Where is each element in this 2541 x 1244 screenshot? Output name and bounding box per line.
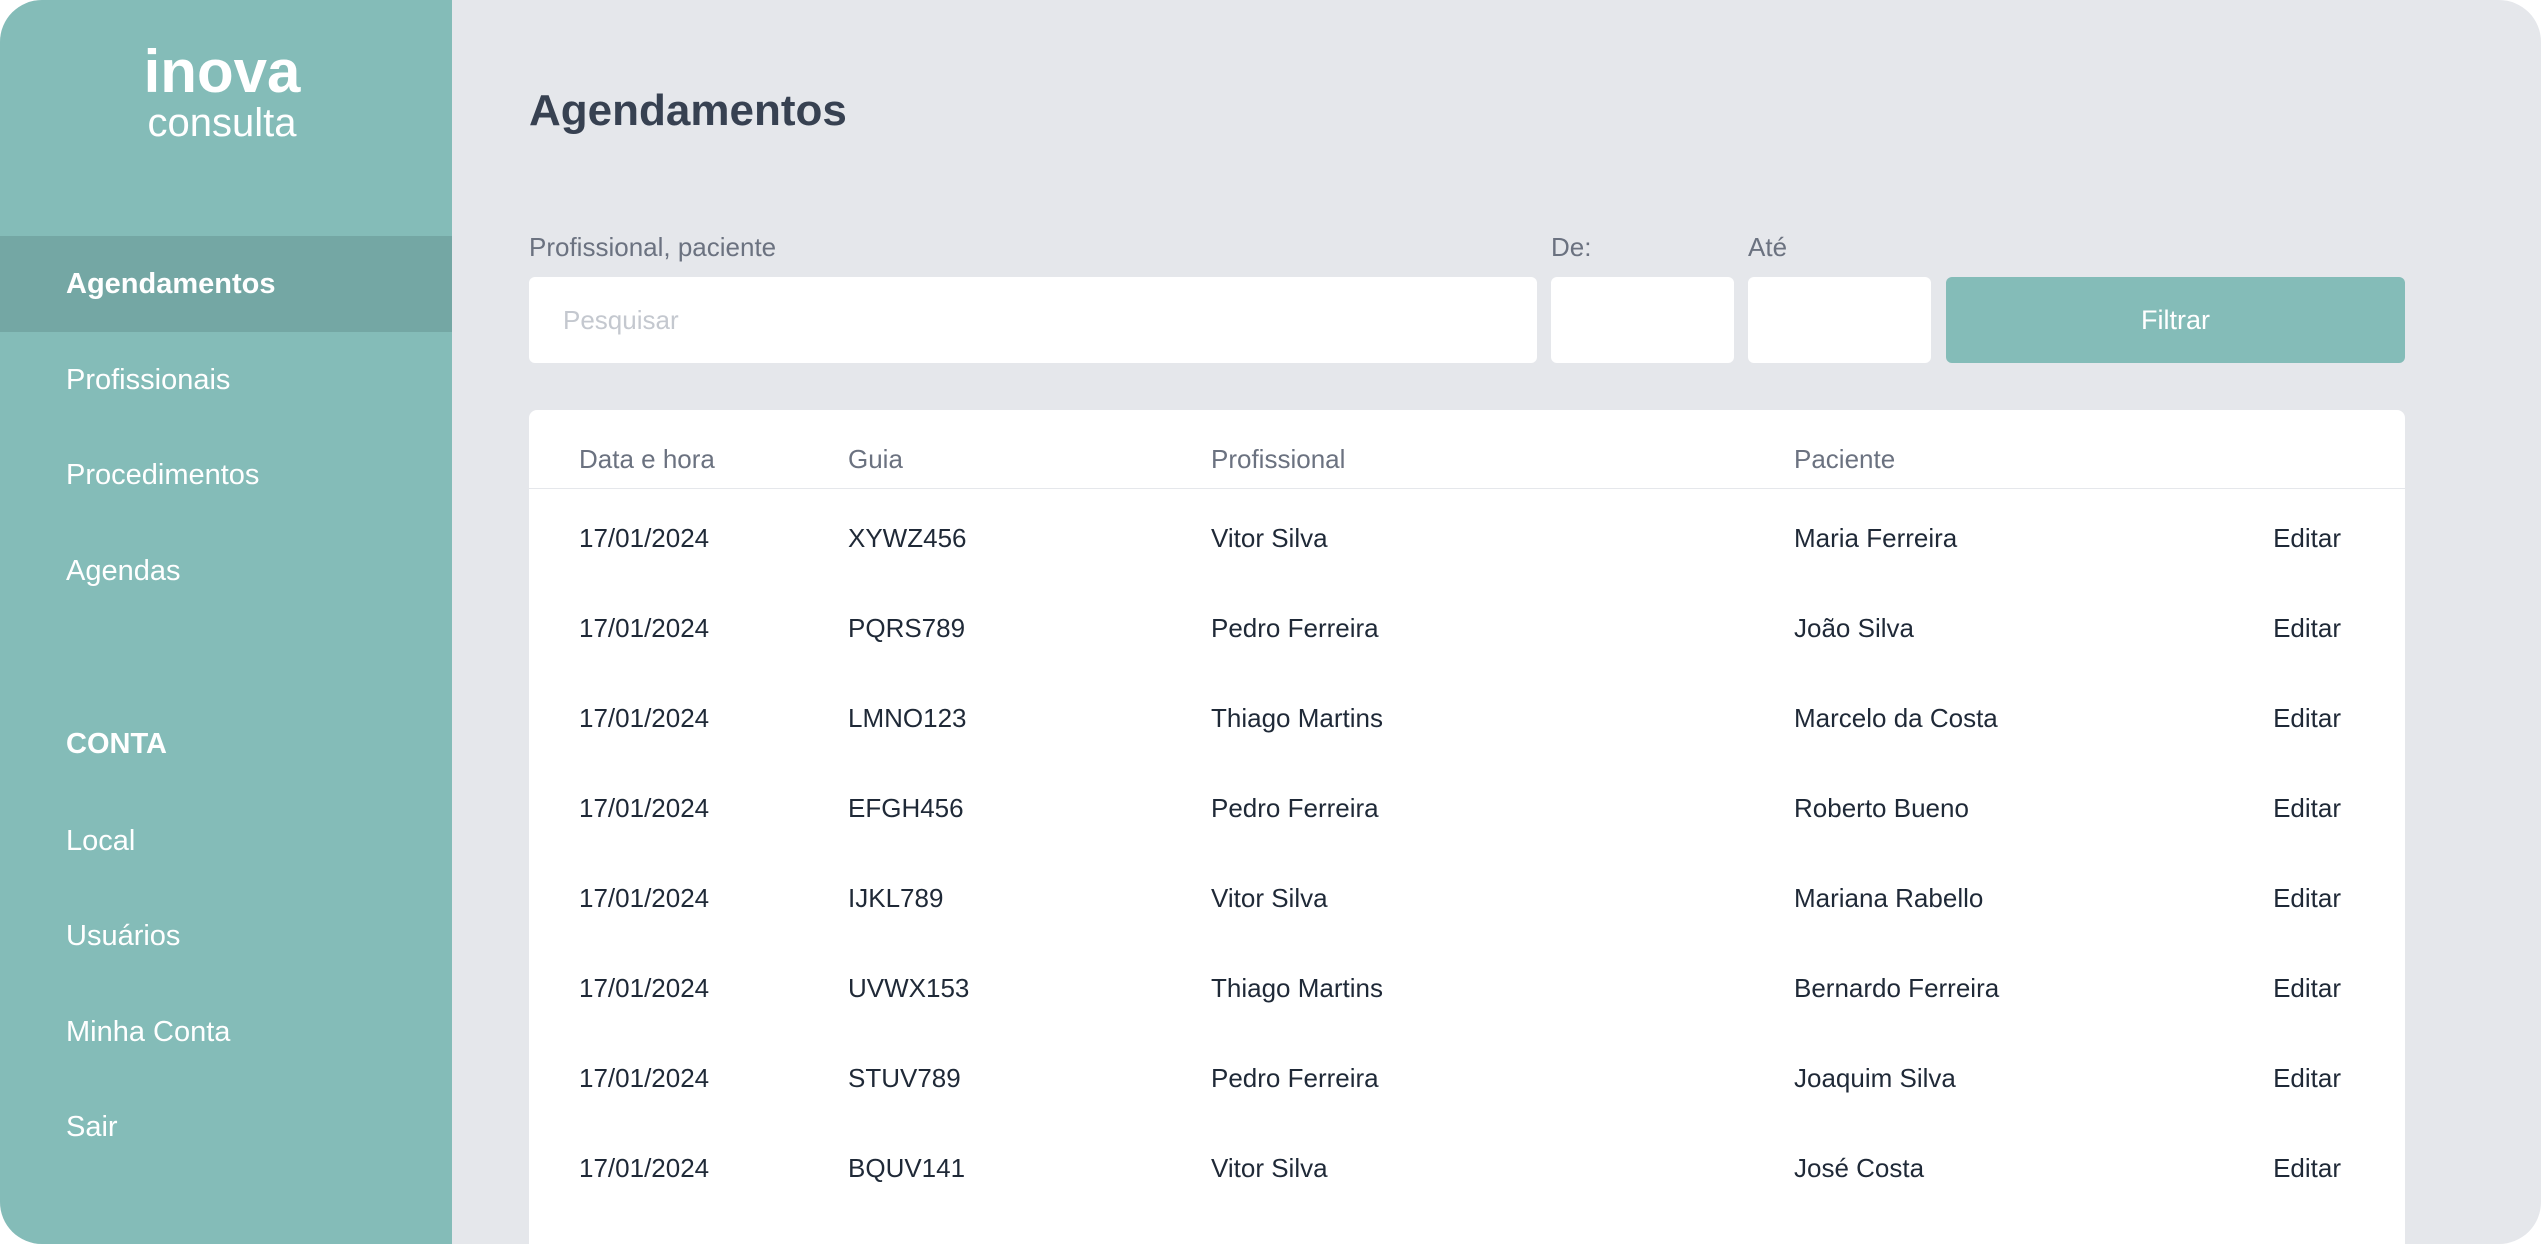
cell-guide: BQUV141 xyxy=(848,1153,966,1183)
date-to-input[interactable] xyxy=(1748,277,1931,363)
cell-guide: UVWX153 xyxy=(848,973,970,1003)
edit-link[interactable]: Editar xyxy=(2273,673,2341,763)
sidebar-item-label: Minha Conta xyxy=(66,1015,231,1048)
edit-link[interactable]: Editar xyxy=(2273,493,2341,583)
cell-guide: XYWZ456 xyxy=(848,523,967,553)
sidebar-item-minha-conta[interactable]: Minha Conta xyxy=(0,984,452,1080)
table-row: 17/01/2024 UVWX153 Thiago Martins Bernar… xyxy=(529,943,2405,1033)
cell-professional: Vitor Silva xyxy=(1211,1153,1328,1183)
cell-patient: Bernardo Ferreira xyxy=(1794,973,2000,1003)
cell-date: 17/01/2024 xyxy=(579,973,710,1003)
cell-professional: Vitor Silva xyxy=(1211,523,1328,553)
cell-professional: Pedro Ferreira xyxy=(1211,793,1379,823)
sidebar-item-label: Agendas xyxy=(66,554,181,587)
cell-date: 17/01/2024 xyxy=(579,883,710,913)
sidebar-item-procedimentos[interactable]: Procedimentos xyxy=(0,427,452,523)
cell-guide: IJKL789 xyxy=(848,883,944,913)
table-row: 17/01/2024 STUV789 Pedro Ferreira Joaqui… xyxy=(529,1033,2405,1123)
cell-date: 17/01/2024 xyxy=(579,1063,710,1093)
sidebar: inova consulta Agendamentos Profissionai… xyxy=(0,0,452,1244)
table-row: 17/01/2024 EFGH456 Pedro Ferreira Robert… xyxy=(529,763,2405,853)
column-header-guide: Guia xyxy=(848,444,903,474)
cell-patient: Joaquim Silva xyxy=(1794,1063,1956,1093)
search-input[interactable] xyxy=(529,277,1537,363)
sidebar-item-agendamentos[interactable]: Agendamentos xyxy=(0,236,452,332)
cell-professional: Pedro Ferreira xyxy=(1211,1063,1379,1093)
date-from-input[interactable] xyxy=(1551,277,1734,363)
sidebar-item-agendas[interactable]: Agendas xyxy=(0,523,452,619)
date-to-label: Até xyxy=(1748,232,1788,262)
date-from-label: De: xyxy=(1551,232,1592,262)
cell-patient: Mariana Rabello xyxy=(1794,883,1984,913)
sidebar-item-usuarios[interactable]: Usuários xyxy=(0,888,452,984)
column-header-date: Data e hora xyxy=(579,444,715,474)
edit-link[interactable]: Editar xyxy=(2273,853,2341,943)
sidebar-item-profissionais[interactable]: Profissionais xyxy=(0,332,452,428)
column-header-patient: Paciente xyxy=(1794,444,1896,474)
cell-patient: José Costa xyxy=(1794,1153,1925,1183)
table-row: 17/01/2024 LMNO123 Thiago Martins Marcel… xyxy=(529,673,2405,763)
svg-text:consulta: consulta xyxy=(148,101,298,144)
cell-date: 17/01/2024 xyxy=(579,523,710,553)
table-row: 17/01/2024 BQUV141 Vitor Silva José Cost… xyxy=(529,1123,2405,1213)
cell-guide: LMNO123 xyxy=(848,703,967,733)
edit-link[interactable]: Editar xyxy=(2273,943,2341,1033)
filter-button[interactable]: Filtrar xyxy=(1946,277,2405,363)
sidebar-item-sair[interactable]: Sair xyxy=(0,1079,452,1175)
sidebar-item-label: Sair xyxy=(66,1110,118,1143)
table-row: 17/01/2024 XYWZ456 Vitor Silva Maria Fer… xyxy=(529,493,2405,583)
cell-guide: EFGH456 xyxy=(848,793,964,823)
edit-link[interactable]: Editar xyxy=(2273,583,2341,673)
inova-consulta-logo: inova consulta xyxy=(144,40,301,144)
column-header-professional: Profissional xyxy=(1211,444,1346,474)
cell-guide: STUV789 xyxy=(848,1063,961,1093)
table-row: 17/01/2024 PQRS789 Pedro Ferreira João S… xyxy=(529,583,2405,673)
svg-text:inova: inova xyxy=(144,40,301,105)
cell-date: 17/01/2024 xyxy=(579,1153,710,1183)
cell-patient: Maria Ferreira xyxy=(1794,523,1958,553)
cell-date: 17/01/2024 xyxy=(579,793,710,823)
cell-professional: Thiago Martins xyxy=(1211,973,1383,1003)
sidebar-item-label: Usuários xyxy=(66,919,181,952)
cell-date: 17/01/2024 xyxy=(579,613,710,643)
cell-professional: Pedro Ferreira xyxy=(1211,613,1379,643)
sidebar-item-label: Agendamentos xyxy=(66,267,276,300)
table-row: 17/01/2024 IJKL789 Vitor Silva Mariana R… xyxy=(529,853,2405,943)
cell-patient: João Silva xyxy=(1794,613,1914,643)
cell-patient: Marcelo da Costa xyxy=(1794,703,1998,733)
search-label: Profissional, paciente xyxy=(529,232,777,262)
cell-patient: Roberto Bueno xyxy=(1794,793,1969,823)
cell-professional: Thiago Martins xyxy=(1211,703,1383,733)
sidebar-item-label: Profissionais xyxy=(66,363,231,396)
app-window: inova consulta Agendamentos Profissionai… xyxy=(0,0,2541,1244)
sidebar-section-conta: CONTA xyxy=(66,728,167,760)
edit-link[interactable]: Editar xyxy=(2273,763,2341,853)
edit-link[interactable]: Editar xyxy=(2273,1033,2341,1123)
cell-professional: Vitor Silva xyxy=(1211,883,1328,913)
sidebar-item-label: Procedimentos xyxy=(66,458,260,491)
cell-date: 17/01/2024 xyxy=(579,703,710,733)
edit-link[interactable]: Editar xyxy=(2273,1123,2341,1213)
appointments-table: Data e hora Guia Profissional Paciente 1… xyxy=(529,410,2405,1244)
table-header: Data e hora Guia Profissional Paciente xyxy=(529,410,2405,489)
cell-guide: PQRS789 xyxy=(848,613,966,643)
sidebar-item-label: Local xyxy=(66,824,136,857)
page-title: Agendamentos xyxy=(529,86,847,135)
sidebar-item-local[interactable]: Local xyxy=(0,793,452,889)
